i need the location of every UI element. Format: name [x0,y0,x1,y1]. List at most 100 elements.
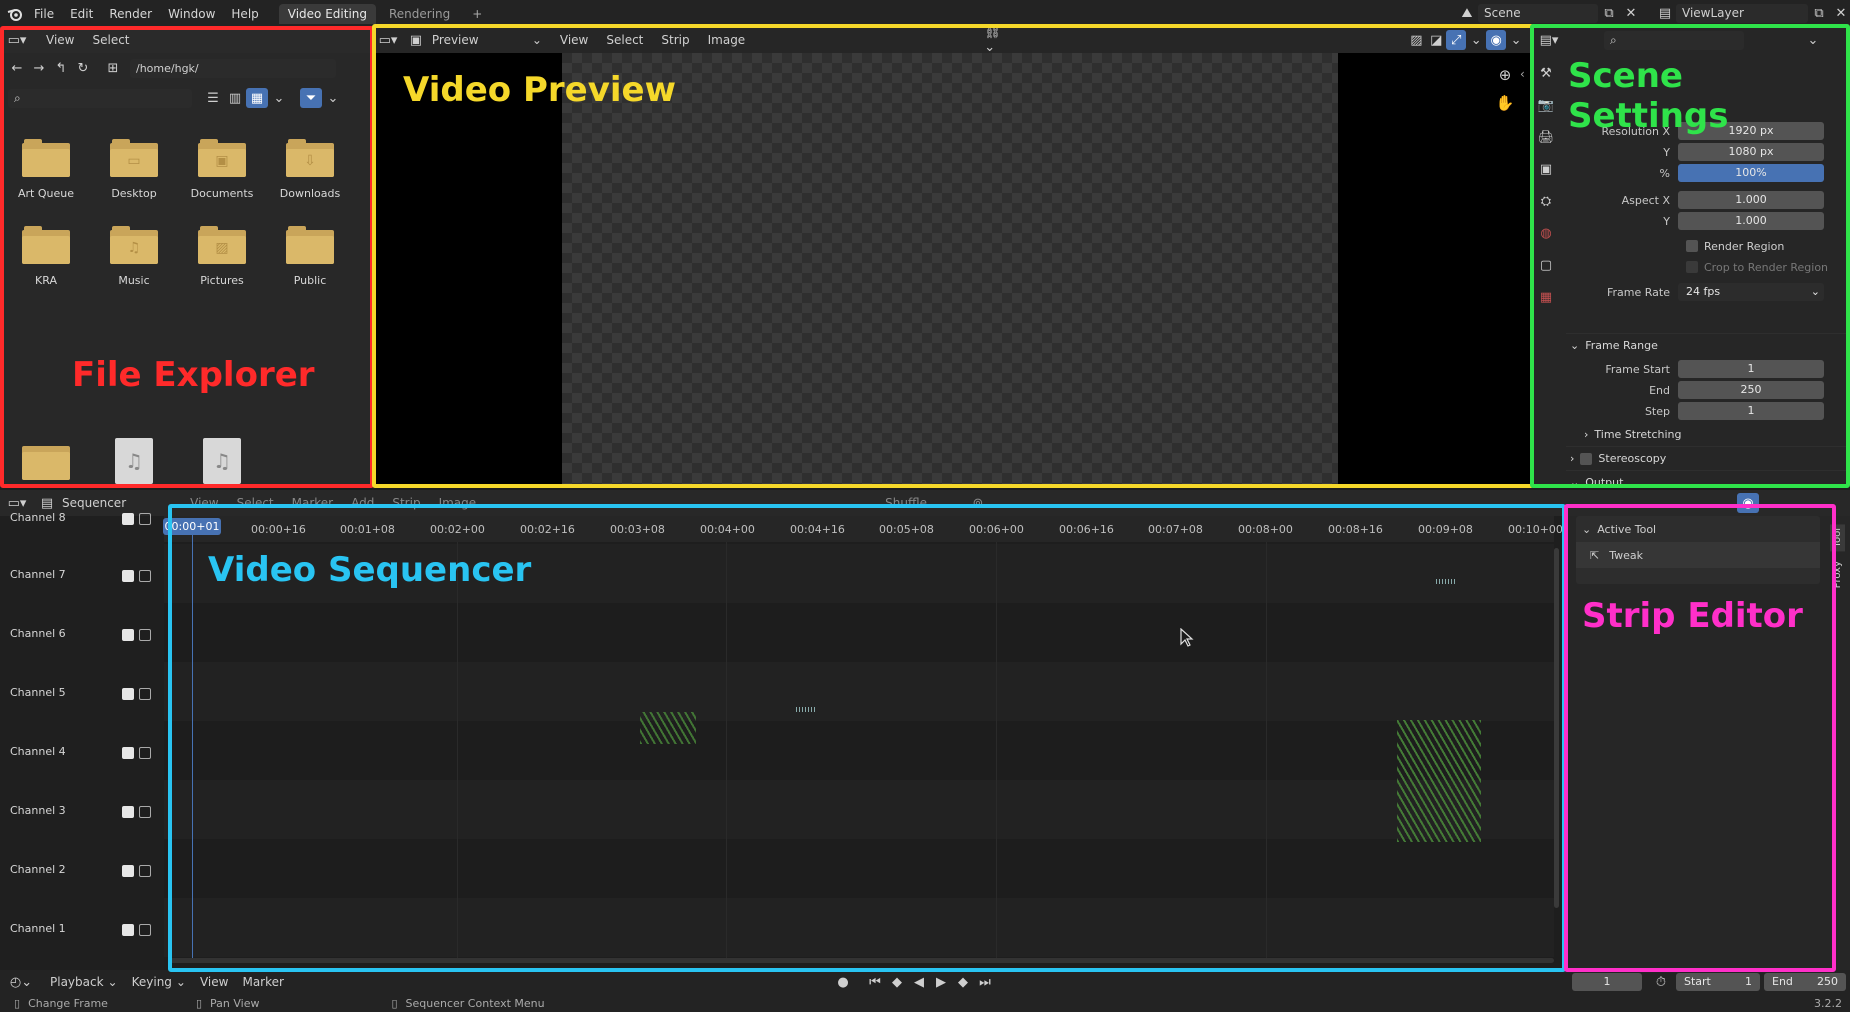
tab-video-editing[interactable]: Video Editing [278,3,376,24]
sequencer-icon[interactable]: ▤ [36,493,58,513]
playhead-line[interactable] [192,520,193,958]
lock-icon[interactable] [139,570,151,582]
pan-hand-icon[interactable]: ✋ [1494,93,1516,113]
folder-public[interactable]: Public [266,226,354,287]
current-frame-field[interactable]: 1 [1572,973,1642,991]
seq-menu-image[interactable]: Image [439,496,477,510]
start-frame-field[interactable]: Start 1 [1676,973,1760,991]
scene-icon[interactable]: ⛰ [1456,3,1478,23]
collection-tab-icon[interactable]: ▢ [1535,255,1557,275]
frame-rate-dropdown[interactable]: 24 fps ⌄ [1678,283,1824,301]
overlay-chevron-icon[interactable]: ⌄ [1506,30,1526,50]
lock-icon[interactable] [139,513,151,525]
pivot-link-icon[interactable]: ⛓⌄ [984,25,1011,55]
sequencer-vertical-scrollbar[interactable] [1554,548,1559,908]
strip-fragment[interactable] [1436,579,1456,584]
channel-5-mute-checkbox[interactable] [122,688,134,700]
render-region-checkbox[interactable]: Render Region [1566,236,1846,256]
active-tool-header[interactable]: ⌄ Active Tool [1576,516,1820,542]
folder-desktop[interactable]: ▭ Desktop [90,139,178,200]
menu-help[interactable]: Help [223,7,266,21]
preview-menu-view[interactable]: View [560,33,588,47]
keying-dropdown[interactable]: Keying ⌄ [132,975,186,989]
resolution-percentage-slider[interactable]: 100% [1678,164,1824,182]
frame-start-field[interactable]: 1 [1678,360,1824,378]
render-tab-icon[interactable]: 📷 [1535,95,1557,115]
channel-8-mute-checkbox[interactable] [122,513,134,525]
properties-search-input[interactable]: ⌕ [1604,30,1744,50]
stopwatch-icon[interactable]: ⏱ [1650,972,1672,992]
channel-4-mute-checkbox[interactable] [122,747,134,759]
play-reverse-icon[interactable]: ◀ [908,972,930,992]
fe-menu-view[interactable]: View [46,33,74,47]
audio-file-icon[interactable]: ♫ [115,438,153,484]
properties-options-chevron-icon[interactable]: ⌄ [1802,30,1824,50]
tab-proxy[interactable]: Proxy [1830,557,1845,592]
parent-dir-icon[interactable]: ↰ [50,58,72,78]
new-folder-icon[interactable]: ⊞ [102,58,124,78]
tab-tool[interactable]: Tool [1830,524,1845,552]
refresh-icon[interactable]: ↻ [72,58,94,78]
back-icon[interactable]: ← [6,58,28,78]
strip-fragment[interactable] [640,712,696,744]
preview-menu-image[interactable]: Image [708,33,746,47]
channel-2-mute-checkbox[interactable] [122,865,134,877]
end-frame-field[interactable]: End 250 [1764,973,1846,991]
checkbox-icon[interactable] [1580,452,1593,465]
forward-icon[interactable]: → [28,58,50,78]
preview-menu-select[interactable]: Select [606,33,643,47]
overlay-icon[interactable]: ◉ [1736,493,1759,513]
folder-art-queue[interactable]: Art Queue [2,139,90,200]
seq-menu-view[interactable]: View [190,496,218,510]
close-viewlayer-icon[interactable]: ✕ [1830,3,1850,23]
tab-rendering[interactable]: Rendering [380,4,459,24]
sequencer-label[interactable]: Sequencer [62,496,126,510]
gizmo-icon[interactable]: ⤢ [1446,30,1467,50]
play-icon[interactable]: ▶ [930,972,952,992]
editor-type-icon[interactable]: ▭▾ [6,30,28,50]
jump-start-icon[interactable]: ⏮ [864,972,886,992]
timeline-menu-view[interactable]: View [200,975,228,989]
prev-keyframe-icon[interactable]: ◆ [886,972,908,992]
seq-menu-marker[interactable]: Marker [292,496,333,510]
preview-mode-dropdown[interactable]: Preview ⌄ [426,33,542,47]
frame-step-field[interactable]: 1 [1678,402,1824,420]
frame-end-field[interactable]: 250 [1678,381,1824,399]
channel-6-mute-checkbox[interactable] [122,629,134,641]
editor-type-icon[interactable]: ▤▾ [1538,30,1560,50]
time-stretching-header[interactable]: › Time Stretching [1566,422,1846,446]
seq-menu-select[interactable]: Select [237,496,274,510]
scene-field[interactable]: Scene [1478,3,1598,23]
close-scene-icon[interactable]: ✕ [1620,3,1642,23]
viewlayer-field[interactable]: ViewLayer [1676,3,1808,23]
playback-dropdown[interactable]: Playback ⌄ [50,975,118,989]
folder-downloads[interactable]: ⇩ Downloads [266,139,354,200]
blender-logo-icon[interactable] [4,4,26,24]
thumbnails-icon[interactable]: ▦ [246,88,268,108]
jump-end-icon[interactable]: ⏭ [974,972,996,992]
channel-3-mute-checkbox[interactable] [122,806,134,818]
editor-type-icon[interactable]: ◴⌄ [6,972,36,992]
list-vertical-icon[interactable]: ☰ [202,88,224,108]
sidebar-toggle-icon[interactable]: ‹ [1520,67,1525,81]
list-horizontal-icon[interactable]: ▥ [224,88,246,108]
channel-7-mute-checkbox[interactable] [122,570,134,582]
seq-menu-add[interactable]: Add [351,496,374,510]
folder-partial[interactable] [22,442,70,480]
next-keyframe-icon[interactable]: ◆ [952,972,974,992]
viewlayer-icon[interactable]: ▤ [1654,3,1676,23]
scene-tab-icon[interactable]: ⛭ [1535,191,1557,211]
texture-tab-icon[interactable]: ▦ [1535,287,1557,307]
copy-viewlayer-icon[interactable]: ⧉ [1808,3,1830,23]
filter-options-chevron-icon[interactable]: ⌄ [322,88,344,108]
menu-file[interactable]: File [26,7,62,21]
preview-mode-icon[interactable]: ▣ [406,30,426,50]
timeline-menu-marker[interactable]: Marker [242,975,283,989]
frame-range-header[interactable]: ⌄ Frame Range [1566,333,1846,357]
display-mode-icon[interactable]: ▨ [1406,30,1426,50]
editor-type-icon[interactable]: ▭▾ [378,30,398,50]
folder-kra[interactable]: KRA [2,226,90,287]
menu-render[interactable]: Render [101,7,160,21]
display-settings-chevron-icon[interactable]: ⌄ [268,88,290,108]
copy-scene-icon[interactable]: ⧉ [1598,3,1620,23]
